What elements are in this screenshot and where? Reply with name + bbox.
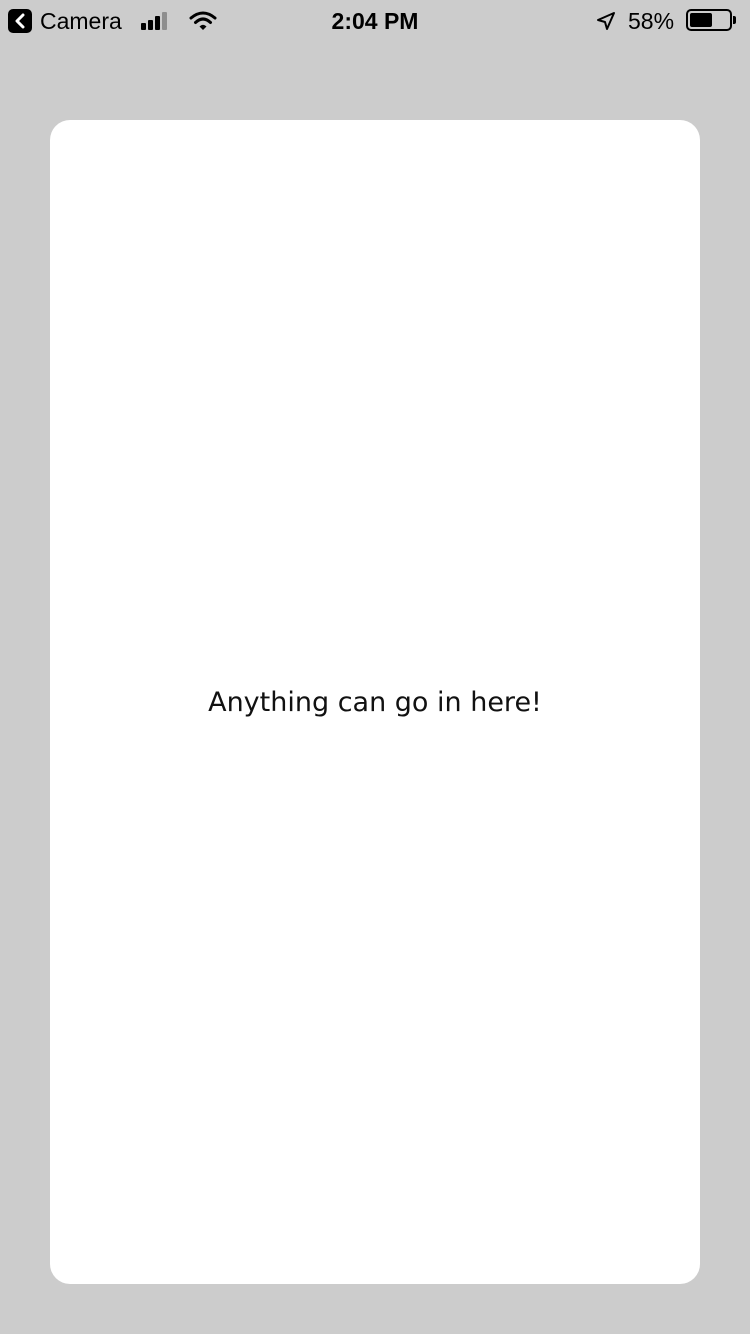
battery-icon: [686, 9, 732, 31]
location-arrow-icon: [595, 10, 617, 37]
battery-percentage: 58%: [628, 8, 675, 34]
battery-cap: [733, 16, 736, 24]
status-bar: Camera 2:04 PM 58%: [0, 0, 750, 40]
card-text: Anything can go in here!: [208, 686, 542, 718]
content-card: Anything can go in here!: [50, 120, 700, 1284]
battery-level-fill: [690, 13, 712, 27]
